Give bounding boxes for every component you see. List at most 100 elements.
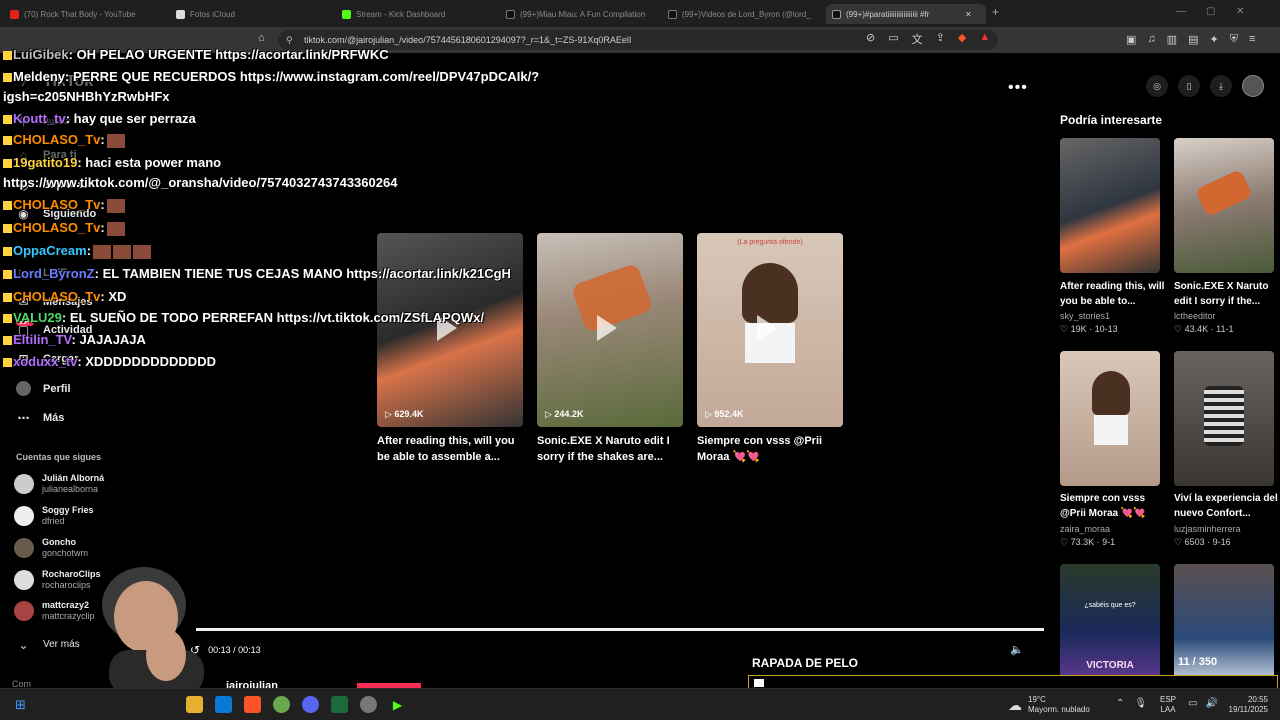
chat-username[interactable]: VALU29	[13, 310, 62, 325]
app-icon[interactable]	[273, 696, 290, 713]
endscreen-video-2[interactable]: ▷ 244.2K	[537, 233, 683, 427]
endscreen-caption[interactable]: After reading this, will you be able to …	[377, 433, 529, 465]
obs-icon[interactable]	[360, 696, 377, 713]
windows-start-icon[interactable]: ⊞	[12, 696, 29, 713]
device-icon[interactable]: ▯	[1178, 75, 1200, 97]
recommended-caption[interactable]: Sonic.EXE X Naruto edit I sorry if the..…	[1174, 279, 1280, 309]
new-tab-button[interactable]: +	[992, 5, 999, 19]
network-icon[interactable]: ▭	[1188, 698, 1197, 709]
language-indicator[interactable]: ESP LAA	[1160, 695, 1176, 715]
following-account[interactable]: Julián Alborná julianealborna	[14, 473, 104, 495]
tab-youtube[interactable]: (70) Rock That Body - YouTube	[4, 4, 168, 24]
chat-username[interactable]: CHOLASO_Tv	[13, 220, 100, 235]
chat-username[interactable]: Meldeny	[13, 69, 65, 84]
kick-app-icon[interactable]: ▶	[389, 696, 406, 713]
system-tray: ⌃ 🎙	[1116, 698, 1147, 709]
tab-kick[interactable]: Stream - Kick Dashboard	[336, 4, 500, 24]
thumbnail-figure	[742, 263, 798, 323]
crown-badge-icon	[3, 314, 12, 324]
clock[interactable]: 20:55 19/11/2025	[1222, 695, 1268, 715]
chat-username[interactable]: CHOLASO_Tv	[13, 132, 100, 147]
sidebar-item-mas[interactable]: ⋯ Más	[16, 410, 65, 425]
chat-username[interactable]: LuiGibek	[13, 47, 69, 62]
recommended-user[interactable]: sky_stories1	[1060, 311, 1110, 321]
discord-icon[interactable]	[302, 696, 319, 713]
chat-text: :	[100, 220, 105, 235]
chat-username[interactable]: xoduxx_tv	[13, 354, 77, 369]
speaker-icon[interactable]: 🔊	[1205, 698, 1217, 709]
video-progress-bar[interactable]	[196, 628, 1044, 631]
following-account[interactable]: mattcrazy2 mattcrazyclip	[14, 600, 95, 622]
maximize-icon[interactable]: ▢	[1206, 6, 1215, 17]
microphone-icon[interactable]: 🎙	[1134, 698, 1147, 709]
following-account[interactable]: Soggy Fries dfried	[14, 505, 94, 527]
chat-username[interactable]: Koutt_tv	[13, 111, 66, 126]
recommended-user[interactable]: luzjasminherrera	[1174, 524, 1241, 534]
emote-icon	[106, 198, 125, 213]
edge-icon[interactable]	[215, 696, 232, 713]
endscreen-caption[interactable]: Siempre con vsss @Prii Moraa 💘💘	[697, 433, 849, 465]
cast-icon[interactable]: ▭	[888, 31, 898, 47]
coins-icon[interactable]: ◎	[1146, 75, 1168, 97]
close-window-icon[interactable]: ✕	[1236, 6, 1244, 17]
brave-rewards-icon[interactable]: ▲	[979, 31, 990, 47]
chat-username[interactable]: 19gatito19	[13, 155, 77, 170]
tab-icloud[interactable]: Fotos iCloud	[170, 4, 334, 24]
terminal-icon[interactable]	[331, 696, 348, 713]
chat-username[interactable]: CHOLASO_Tv	[13, 197, 100, 212]
see-more-button[interactable]: ⌄ Ver más	[16, 637, 79, 652]
recommended-thumb[interactable]: 11 / 350	[1174, 564, 1274, 688]
sidebar-item-perfil[interactable]: Perfil	[16, 381, 71, 396]
volume-icon[interactable]: 🔈	[1010, 643, 1024, 656]
chat-text: igsh=c205NHBhYzRwbHFx	[3, 89, 170, 104]
menu-icon[interactable]: ≡	[1249, 33, 1255, 46]
chat-username[interactable]: Eltilin_TV	[13, 332, 72, 347]
chat-text: : JAJAJAJA	[71, 332, 146, 347]
chevron-up-icon[interactable]: ⌃	[1116, 698, 1124, 709]
view-count: ▷ 244.2K	[545, 409, 584, 419]
user-avatar[interactable]	[1242, 75, 1264, 97]
recommended-caption[interactable]: Viví la experiencia del nuevo Confort...	[1174, 491, 1280, 521]
recommended-user[interactable]: zaira_moraa	[1060, 524, 1110, 534]
weather-widget[interactable]: ☁ 19°C Mayorm. nublado	[1008, 695, 1090, 715]
more-options-icon[interactable]: •••	[1008, 79, 1028, 97]
leo-ai-icon[interactable]: ✦	[1209, 33, 1218, 46]
recommended-thumb[interactable]	[1060, 138, 1160, 273]
recommended-caption[interactable]: Siempre con vsss @Prii Moraa 💘💘	[1060, 491, 1168, 521]
tab-miau[interactable]: (99+)Miau Miau: A Fun Compilation	[500, 4, 660, 24]
brave-shield-icon[interactable]: ◆	[958, 31, 966, 47]
chat-username[interactable]: Lord_ByronZ	[13, 266, 95, 281]
endscreen-video-1[interactable]: ▷ 629.4K	[377, 233, 523, 427]
following-account[interactable]: Goncho gonchotwm	[14, 537, 88, 559]
chat-username[interactable]: CHOLASO_Tv	[13, 289, 100, 304]
no-tracking-icon[interactable]: ⊘	[866, 31, 875, 47]
brave-icon[interactable]	[244, 696, 261, 713]
endscreen-caption[interactable]: Sonic.EXE X Naruto edit I sorry if the s…	[537, 433, 689, 465]
tab-lord-byron[interactable]: (99+)Videos de Lord_Byron (@lord_	[662, 4, 824, 24]
vpn-icon[interactable]: ⛨	[1230, 33, 1238, 46]
screenshot-icon[interactable]: ▣	[1126, 33, 1136, 46]
recommended-thumb[interactable]	[1060, 351, 1160, 486]
minimize-icon[interactable]: —	[1176, 6, 1186, 17]
chat-text: : EL SUEÑO DE TODO PERREFAN https://vt.t…	[61, 310, 484, 325]
recommended-caption[interactable]: After reading this, will you be able to.…	[1060, 279, 1168, 309]
recommended-thumb[interactable]	[1174, 351, 1274, 486]
chat-username[interactable]: OppaCream	[13, 243, 87, 258]
recommended-thumb[interactable]	[1174, 138, 1274, 273]
endscreen-video-3[interactable]: (La pregunta ofende) ▷ 952.4K	[697, 233, 843, 427]
wallet-icon[interactable]: ▤	[1188, 33, 1198, 46]
tab-active-tiktok[interactable]: (99+)#paratiiiiiiiiiiiiiiiii #fr ✕	[826, 4, 986, 24]
sidebar-icon[interactable]: ▥	[1167, 33, 1177, 46]
recommended-thumb[interactable]: ¿sabéis que es? VICTORIA	[1060, 564, 1160, 688]
share-icon[interactable]: ⇪	[936, 31, 945, 47]
emote-icon	[113, 244, 132, 259]
recommended-title: Podría interesarte	[1060, 113, 1163, 127]
bookmark-icon[interactable]: ⌂	[258, 32, 265, 44]
file-explorer-icon[interactable]	[186, 696, 203, 713]
translate-icon[interactable]: 文	[912, 31, 923, 47]
recommended-user[interactable]: lctheeditor	[1174, 311, 1216, 321]
download-icon[interactable]: ⤓	[1210, 75, 1232, 97]
close-tab-icon[interactable]: ✕	[965, 10, 972, 19]
play-icon	[597, 315, 617, 341]
media-icon[interactable]: ♫	[1147, 33, 1155, 46]
